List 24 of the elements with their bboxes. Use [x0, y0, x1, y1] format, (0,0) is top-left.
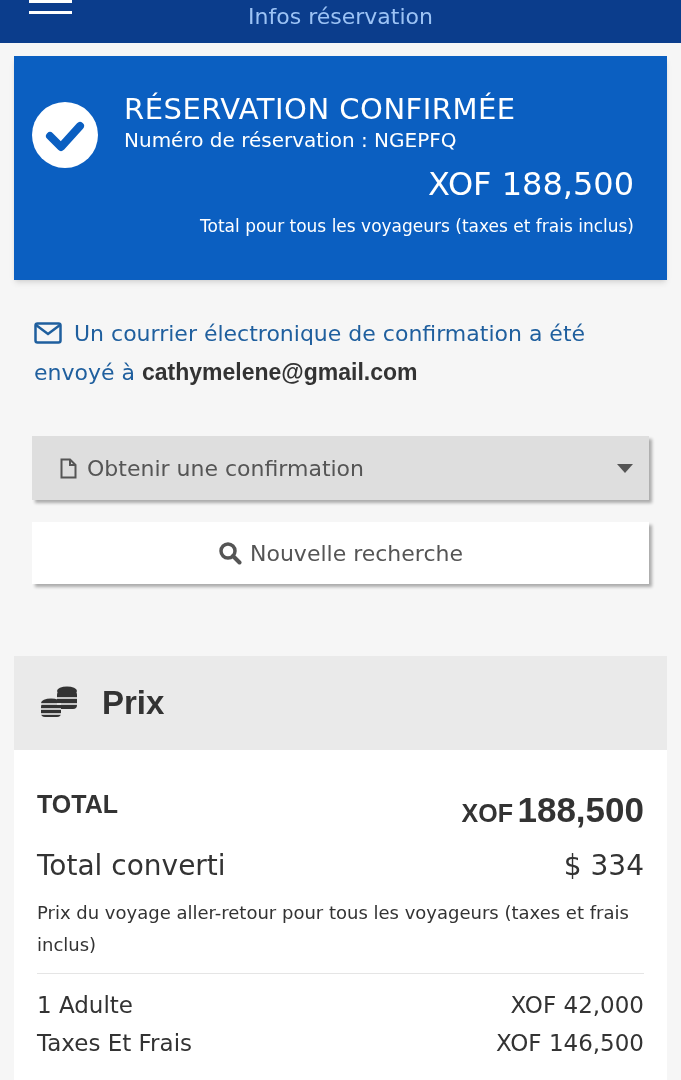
new-search-button[interactable]: Nouvelle recherche: [32, 522, 649, 584]
page-title: Infos réservation: [248, 3, 433, 30]
converted-label: Total converti: [37, 847, 226, 884]
total-price: XOF 188,500: [461, 789, 644, 831]
email-notice: Un courrier électronique de confirmation a été envoyé à cathymelene@gmail.com: [34, 320, 587, 387]
fare-label: 1 Adulte: [37, 990, 133, 1020]
price-title: Prix: [102, 683, 165, 724]
confirmation-title: RÉSERVATION CONFIRMÉE: [124, 92, 517, 126]
fare-amount: XOF 146,500: [495, 1028, 644, 1058]
price-note: Prix du voyage aller-retour pour tous les voyageurs (taxes et frais inclus): [37, 900, 630, 957]
total-note: Total pour tous les voyageurs (taxes et frais inclus): [200, 215, 634, 238]
total-label: TOTAL: [37, 789, 118, 820]
fare-amount: XOF 42,000: [510, 990, 644, 1020]
converted-amount: $ 334: [563, 847, 644, 884]
search-icon: [218, 541, 242, 565]
confirmation-dropdown[interactable]: Obtenir une confirmation: [32, 436, 649, 500]
reservation-number: Numéro de réservation : NGEPFQ: [124, 127, 458, 154]
total-amount: XOF 188,500: [428, 164, 634, 204]
fare-label: Taxes Et Frais: [37, 1028, 193, 1058]
menu-icon[interactable]: [29, 0, 72, 14]
caret-icon: [617, 463, 633, 473]
document-icon: [60, 457, 77, 479]
mail-icon: [34, 322, 62, 344]
check-circle-icon: [32, 102, 98, 168]
